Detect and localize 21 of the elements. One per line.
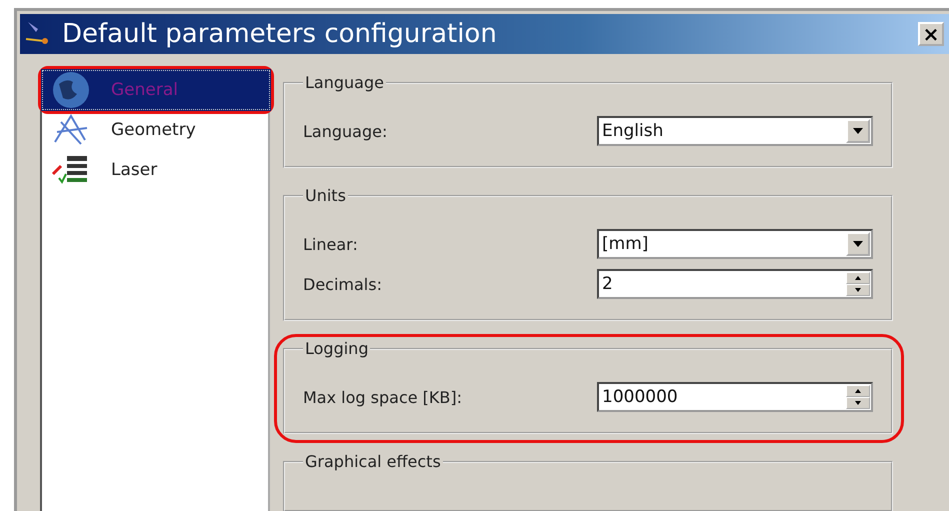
spin-up-icon[interactable] [846,385,870,397]
spin-up-icon[interactable] [846,272,870,284]
spin-down-icon[interactable] [846,284,870,296]
spinner-field[interactable]: 1000000 [597,382,873,412]
spinner-field[interactable]: 2 [597,269,873,299]
dropdown[interactable]: English [597,116,873,146]
group-title: Units [304,186,347,205]
group-title: Language [304,73,385,92]
field-label: Language: [303,122,388,140]
category-item[interactable]: Laser [41,149,271,191]
category-item[interactable]: Geometry [41,109,271,151]
dropdown[interactable]: [mm] [597,229,873,259]
group-title: Graphical effects [304,452,442,471]
window-title: Default parameters configuration [62,19,498,49]
field-label: Linear: [303,234,358,254]
globe-icon [51,70,91,110]
field-label: Decimals: [303,274,382,294]
spin-down-icon[interactable] [846,397,870,409]
field-label: Max log space [KB]: [303,388,462,406]
close-button[interactable]: × [918,22,944,46]
group-title: Logging [304,339,370,358]
